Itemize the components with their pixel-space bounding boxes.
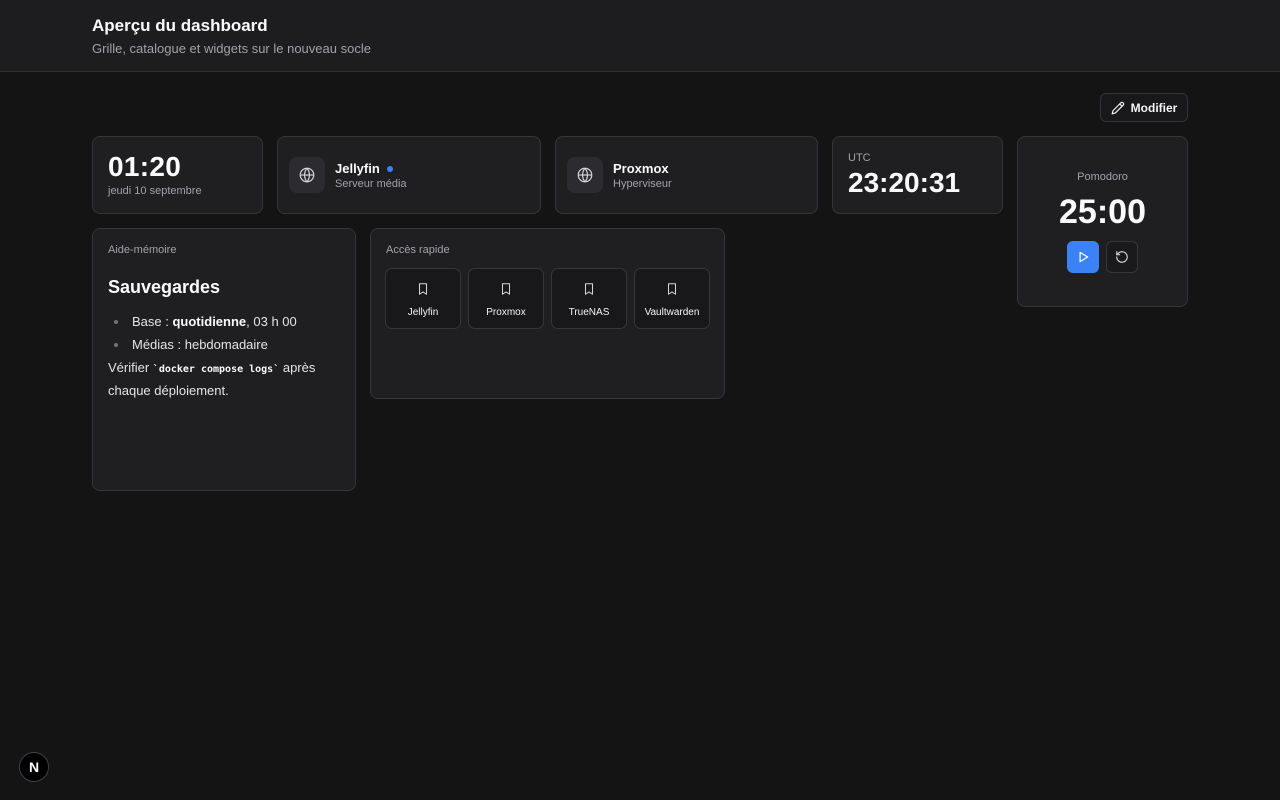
service-card-jellyfin[interactable]: Jellyfin Serveur média: [277, 136, 541, 214]
service-card-proxmox[interactable]: Proxmox Hyperviseur: [555, 136, 818, 214]
clock-widget: 01:20 jeudi 10 septembre: [92, 136, 263, 214]
quick-access-widget: Accès rapide Jellyfin Proxmox TrueNAS Va…: [370, 228, 725, 399]
edit-button-label: Modifier: [1130, 100, 1178, 115]
reset-icon: [1116, 251, 1128, 263]
pencil-icon: [1111, 101, 1124, 114]
bullet: [114, 342, 118, 347]
bookmark-icon: [418, 283, 428, 295]
bullet: [114, 319, 118, 324]
utc-label: UTC: [848, 152, 871, 164]
top-header: Aperçu du dashboard Grille, catalogue et…: [0, 0, 1280, 72]
memo-label: Aide-mémoire: [108, 244, 177, 256]
quick-link-label: TrueNAS: [568, 307, 610, 318]
play-icon: [1079, 251, 1089, 263]
bookmark-icon: [667, 283, 677, 295]
pomodoro-time: 25:00: [1059, 193, 1146, 231]
globe-icon: [289, 157, 325, 193]
code-snippet: `docker compose logs`: [152, 364, 280, 375]
dev-tools-badge[interactable]: N: [19, 752, 49, 782]
clock-time: 01:20: [108, 151, 182, 182]
quick-link-label: Vaultwarden: [644, 307, 700, 318]
service-name: Proxmox: [613, 161, 669, 176]
quick-access-grid: Jellyfin Proxmox TrueNAS Vaultwarden: [385, 268, 710, 329]
status-dot: [386, 165, 393, 172]
list-item: Médias : hebdomadaire: [108, 333, 297, 356]
quick-link-proxmox[interactable]: Proxmox: [468, 268, 544, 329]
list-item: Base : quotidienne, 03 h 00: [108, 310, 297, 333]
quick-link-truenas[interactable]: TrueNAS: [551, 268, 627, 329]
memo-list: Base : quotidienne, 03 h 00 Médias : heb…: [108, 310, 297, 356]
clock-date: jeudi 10 septembre: [108, 185, 202, 197]
bookmark-icon: [584, 283, 594, 295]
quick-link-jellyfin[interactable]: Jellyfin: [385, 268, 461, 329]
memo-title: Sauvegardes: [108, 277, 221, 297]
memo-note: Vérifier `docker compose logs` après cha…: [108, 360, 316, 398]
pomodoro-widget: Pomodoro 25:00: [1017, 136, 1188, 307]
memo-widget: Aide-mémoire Sauvegardes Base : quotidie…: [92, 228, 356, 491]
utc-clock-widget: UTC 23:20:31: [832, 136, 1003, 214]
pomodoro-label: Pomodoro: [1077, 171, 1128, 183]
bookmark-icon: [501, 283, 511, 295]
edit-button[interactable]: Modifier: [1100, 93, 1188, 122]
quick-link-label: Jellyfin: [407, 307, 439, 318]
quick-access-label: Accès rapide: [386, 244, 450, 256]
quick-link-vaultwarden[interactable]: Vaultwarden: [634, 268, 710, 329]
service-name: Jellyfin: [335, 161, 393, 176]
service-description: Hyperviseur: [613, 178, 672, 190]
service-description: Serveur média: [335, 178, 407, 190]
service-name-label: Proxmox: [613, 161, 669, 176]
utc-time: 23:20:31: [848, 167, 961, 198]
dev-tools-badge-letter: N: [28, 759, 40, 775]
quick-link-label: Proxmox: [486, 307, 526, 318]
pomodoro-reset-button[interactable]: [1106, 241, 1138, 273]
page-title: Aperçu du dashboard: [92, 16, 268, 35]
page-subtitle: Grille, catalogue et widgets sur le nouv…: [92, 41, 371, 56]
globe-icon: [567, 157, 603, 193]
service-name-label: Jellyfin: [335, 161, 380, 176]
pomodoro-play-button[interactable]: [1067, 241, 1099, 273]
